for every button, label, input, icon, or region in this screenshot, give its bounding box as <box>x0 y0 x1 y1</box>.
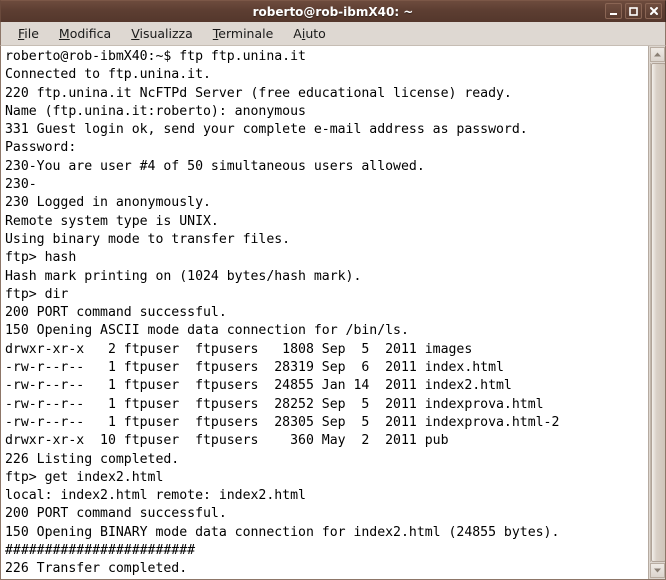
menu-item-aiuto-rest: uto <box>305 26 326 41</box>
scroll-up-button[interactable] <box>649 47 665 62</box>
window-title: roberto@rob-ibmX40: ~ <box>252 4 414 19</box>
terminal-line: -rw-r--r-- 1 ftpuser ftpusers 24855 Jan … <box>5 378 512 394</box>
minimize-icon <box>610 12 617 15</box>
menu-item-file[interactable]: File <box>9 24 48 43</box>
terminal-line: drwxr-xr-x 2 ftpuser ftpusers 1808 Sep 5… <box>5 341 473 357</box>
terminal-line: 150 Opening BINARY mode data connection … <box>5 524 560 540</box>
terminal-line: Name (ftp.unina.it:roberto): anonymous <box>5 103 306 119</box>
scrollbar-thumb[interactable] <box>650 63 665 562</box>
chevron-down-icon <box>653 568 661 573</box>
minimize-button[interactable] <box>605 3 622 19</box>
terminal-line: ftp> dir <box>5 286 69 302</box>
window-controls <box>605 3 662 19</box>
terminal-line: ######################## <box>5 543 196 559</box>
terminal-line: 226 Listing completed. <box>5 451 180 467</box>
terminal-line: 220 ftp.unina.it NcFTPd Server (free edu… <box>5 85 512 101</box>
terminal-line: ftp> get index2.html <box>5 469 164 485</box>
terminal-line: 230 Logged in anonymously. <box>5 195 211 211</box>
terminal-line: 331 Guest login ok, send your complete e… <box>5 122 528 138</box>
terminal-output[interactable]: roberto@rob-ibmX40:~$ ftp ftp.unina.it Co… <box>1 46 648 579</box>
terminal-line: 200 PORT command successful. <box>5 305 227 321</box>
terminal-area: roberto@rob-ibmX40:~$ ftp ftp.unina.it Co… <box>0 46 666 580</box>
terminal-line: 226 Transfer completed. <box>5 561 188 577</box>
chevron-up-icon <box>653 52 661 57</box>
close-icon <box>649 7 658 15</box>
terminal-line: drwxr-xr-x 10 ftpuser ftpusers 360 May 2… <box>5 433 449 449</box>
terminal-line: roberto@rob-ibmX40:~$ ftp ftp.unina.it <box>5 49 306 64</box>
menu-item-modifica-rest: odifica <box>69 26 112 41</box>
terminal-line: -rw-r--r-- 1 ftpuser ftpusers 28252 Sep … <box>5 396 544 412</box>
menu-item-modifica[interactable]: Modifica <box>50 24 120 43</box>
terminal-line: 230-You are user #4 of 50 simultaneous u… <box>5 158 425 174</box>
terminal-line: 150 Opening ASCII mode data connection f… <box>5 323 409 339</box>
terminal-line: 200 PORT command successful. <box>5 506 227 522</box>
menu-item-file-rest: ile <box>24 26 39 41</box>
terminal-line: Using binary mode to transfer files. <box>5 231 291 247</box>
window-titlebar[interactable]: roberto@rob-ibmX40: ~ <box>0 0 666 22</box>
terminal-line: Remote system type is UNIX. <box>5 213 219 229</box>
terminal-line: Password: <box>5 140 77 156</box>
terminal-scrollbar[interactable] <box>648 46 665 579</box>
terminal-line: -rw-r--r-- 1 ftpuser ftpusers 28319 Sep … <box>5 360 504 376</box>
menu-item-aiuto[interactable]: Aiuto <box>284 24 335 43</box>
terminal-line: ftp> hash <box>5 250 77 266</box>
menu-item-visualizza[interactable]: Visualizza <box>122 24 202 43</box>
menu-item-aiuto-pre: A <box>293 26 302 41</box>
maximize-icon <box>629 6 638 16</box>
close-button[interactable] <box>645 3 662 19</box>
scrollbar-track[interactable] <box>649 63 665 562</box>
menubar: File Modifica Visualizza Terminale Aiuto <box>0 22 666 46</box>
terminal-line: -rw-r--r-- 1 ftpuser ftpusers 28305 Sep … <box>5 414 560 430</box>
terminal-line: Connected to ftp.unina.it. <box>5 67 211 83</box>
terminal-line: local: index2.html remote: index2.html <box>5 488 306 504</box>
terminal-window: roberto@rob-ibmX40: ~ File Modifica Visu… <box>0 0 666 580</box>
maximize-button[interactable] <box>625 3 642 19</box>
menu-item-terminale-rest: erminale <box>218 26 274 41</box>
menu-item-terminale[interactable]: Terminale <box>204 24 283 43</box>
menu-item-visualizza-rest: isualizza <box>139 26 193 41</box>
terminal-line: Hash mark printing on (1024 bytes/hash m… <box>5 268 362 284</box>
terminal-line: 230- <box>5 177 37 193</box>
scroll-down-button[interactable] <box>649 563 665 578</box>
